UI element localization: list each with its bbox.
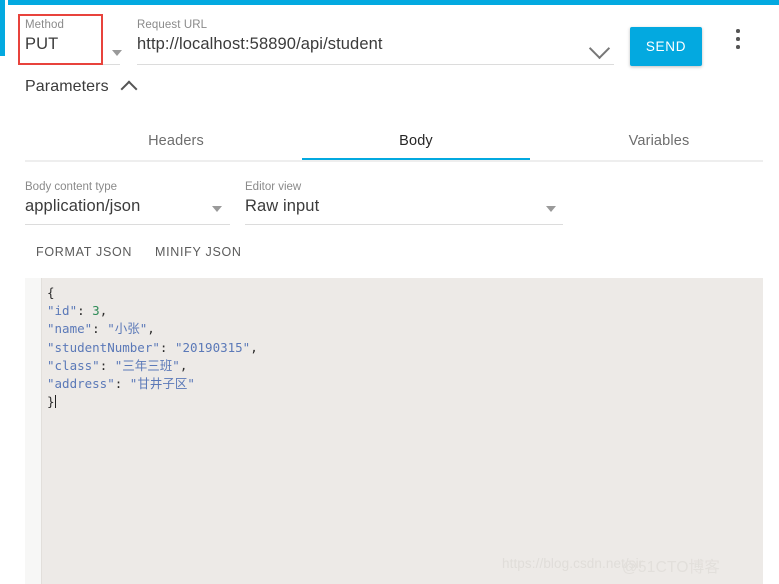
json-body-editor[interactable]: {"id": 3, "name": "小张", "studentNumber": "… [25, 278, 763, 584]
body-content-type-label: Body content type [25, 181, 118, 193]
code-token-key: "class" [47, 357, 100, 373]
editor-view-label: Editor view [245, 181, 302, 193]
code-token-punc: : [92, 321, 108, 337]
parameters-label: Parameters [25, 78, 109, 95]
tabs-divider [25, 160, 763, 162]
active-tab-indicator [302, 157, 530, 160]
code-line: "id": 3, [47, 302, 757, 320]
code-token-punc: , [99, 303, 108, 319]
body-content-type-select[interactable]: Body content type application/json [25, 180, 230, 225]
tab-body[interactable]: Body [302, 122, 530, 160]
code-token-key: "studentNumber" [47, 339, 160, 355]
chevron-up-icon [120, 80, 138, 98]
body-content-type-value: application/json [25, 197, 141, 215]
method-value: PUT [25, 35, 59, 53]
code-token-str: "三年三班" [114, 357, 180, 373]
menu-dot [736, 37, 740, 41]
editor-view-value: Raw input [245, 197, 320, 215]
menu-dot [736, 45, 740, 49]
method-label: Method [25, 19, 64, 31]
code-token-key: "id" [47, 303, 78, 319]
code-line: "class": "三年三班", [47, 357, 757, 375]
request-bar: Method PUT Request URL http://localhost:… [0, 5, 779, 73]
format-json-button[interactable]: FORMAT JSON [36, 245, 132, 259]
tab-label: Body [399, 133, 433, 149]
code-line: } [47, 393, 757, 411]
overflow-menu-icon[interactable] [728, 29, 748, 63]
code-token-punc: : [99, 357, 115, 373]
editor-gutter [25, 278, 42, 584]
code-token-punc: { [47, 285, 55, 300]
tab-headers[interactable]: Headers [91, 122, 261, 160]
code-token-punc: : [77, 303, 93, 319]
code-token-key: "address" [47, 376, 115, 392]
request-url-input[interactable]: Request URL http://localhost:58890/api/s… [137, 14, 614, 65]
parameter-tabs: Headers Body Variables [25, 122, 763, 162]
code-token-key: "name" [47, 321, 93, 337]
tab-label: Headers [148, 133, 204, 149]
code-token-num: 3 [92, 303, 100, 319]
editor-view-select[interactable]: Editor view Raw input [245, 180, 563, 225]
method-select[interactable]: Method PUT [25, 14, 120, 65]
code-line: { [47, 284, 757, 302]
minify-json-button[interactable]: MINIFY JSON [155, 245, 242, 259]
code-line: "address": "甘井子区" [47, 375, 757, 393]
code-token-punc: : [159, 339, 175, 355]
code-line: "name": "小张", [47, 320, 757, 338]
code-token-punc: , [147, 321, 155, 337]
tab-variables[interactable]: Variables [570, 122, 748, 160]
request-url-label: Request URL [137, 19, 208, 31]
code-token-str: "小张" [107, 321, 148, 337]
code-token-punc: } [47, 394, 55, 410]
chevron-down-icon[interactable] [212, 206, 222, 212]
code-token-punc: : [114, 376, 130, 392]
editor-code[interactable]: {"id": 3, "name": "小张", "studentNumber": "… [47, 284, 757, 411]
request-url-value: http://localhost:58890/api/student [137, 35, 383, 53]
send-button[interactable]: SEND [630, 27, 702, 66]
text-cursor [54, 395, 56, 409]
chevron-down-icon[interactable] [546, 206, 556, 212]
code-token-punc: , [179, 357, 188, 373]
chevron-down-icon[interactable] [112, 50, 122, 56]
tab-label: Variables [628, 133, 690, 149]
menu-dot [736, 29, 740, 33]
parameters-toggle[interactable]: Parameters [25, 78, 138, 98]
code-token-str: "甘井子区" [129, 376, 195, 392]
code-token-str: "20190315" [174, 339, 251, 355]
code-token-punc: , [250, 339, 258, 355]
code-line: "studentNumber": "20190315", [47, 339, 757, 357]
